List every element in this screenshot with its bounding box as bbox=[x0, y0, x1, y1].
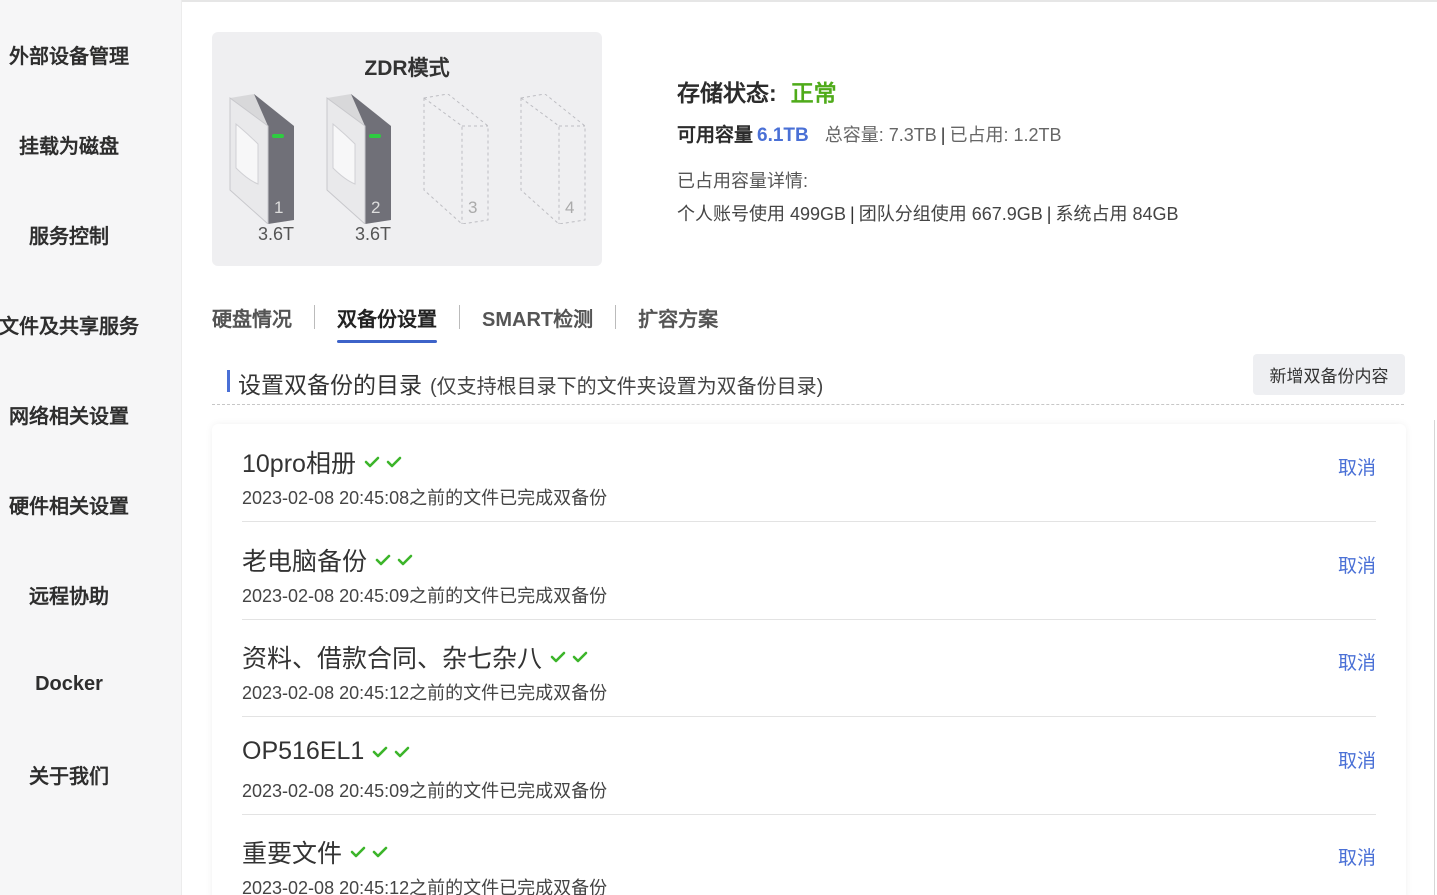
folder-name-text: OP516EL1 bbox=[242, 737, 365, 765]
top-divider bbox=[182, 0, 1437, 2]
check-icon bbox=[397, 554, 413, 566]
used-capacity: 已占用: 1.2TB bbox=[949, 125, 1062, 145]
total-capacity: 总容量: 7.3TB bbox=[824, 125, 937, 145]
list-item: 老电脑备份 2023-02-08 20:45:09之前的文件已完成双备份 取消 bbox=[242, 522, 1376, 620]
check-icon bbox=[373, 746, 388, 757]
backup-folder-name: 10pro相册 bbox=[242, 444, 402, 480]
backup-time: 2023-02-08 20:45:12之前的文件已完成双备份 bbox=[242, 683, 608, 703]
tab-expansion[interactable]: 扩容方案 bbox=[638, 303, 718, 332]
add-dual-backup-button[interactable]: 新增双备份内容 bbox=[1253, 354, 1405, 395]
check-icons bbox=[364, 455, 402, 469]
check-icon bbox=[350, 846, 366, 858]
check-icon bbox=[395, 746, 410, 757]
disk-slot-3[interactable]: 3 bbox=[422, 94, 492, 224]
cancel-link[interactable]: 取消 bbox=[1338, 551, 1376, 578]
empty-drive-slot-icon bbox=[423, 94, 489, 224]
cancel-link[interactable]: 取消 bbox=[1338, 648, 1376, 675]
disk-slot-1[interactable]: 1 bbox=[228, 94, 298, 224]
disk-slot-number: 4 bbox=[565, 198, 575, 217]
section-title: 设置双备份的目录 (仅支持根目录下的文件夹设置为双备份目录) bbox=[238, 366, 823, 400]
backup-folder-name: 老电脑备份 bbox=[242, 542, 413, 578]
folder-name-text: 10pro相册 bbox=[242, 450, 356, 478]
check-icon bbox=[375, 554, 391, 566]
disk-slot-number: 1 bbox=[274, 198, 284, 217]
sidebar-item-about[interactable]: 关于我们 bbox=[0, 754, 158, 794]
check-icon bbox=[550, 651, 566, 663]
list-item: OP516EL1 2023-02-08 20:45:09之前的文件已完成双备份 … bbox=[242, 717, 1376, 815]
section-accent-bar bbox=[227, 370, 230, 392]
disk-slot-4[interactable]: 4 bbox=[519, 94, 589, 224]
backup-time: 2023-02-08 20:45:08之前的文件已完成双备份 bbox=[242, 488, 608, 508]
sidebar-item-file-share[interactable]: 文件及共享服务 bbox=[0, 304, 158, 344]
list-item: 重要文件 2023-02-08 20:45:12之前的文件已完成双备份 取消 bbox=[242, 814, 1376, 895]
disk-size: 3.6T bbox=[258, 224, 295, 244]
hard-drive-icon bbox=[326, 94, 391, 224]
backup-folder-name: OP516EL1 bbox=[242, 737, 410, 766]
disk-slot-number: 3 bbox=[468, 198, 478, 217]
folder-name-text: 资料、借款合同、杂七杂八 bbox=[242, 645, 543, 673]
status-value: 正常 bbox=[790, 80, 837, 106]
disk-slot-2[interactable]: 2 bbox=[325, 94, 395, 224]
usage-team: 团队分组使用 667.9GB bbox=[858, 204, 1043, 224]
sidebar-item-docker[interactable]: Docker bbox=[0, 664, 158, 704]
separator: | bbox=[940, 125, 946, 145]
sidebar-item-remote-assist[interactable]: 远程协助 bbox=[0, 574, 158, 614]
available-value: 6.1TB bbox=[757, 125, 809, 146]
sidebar: 外部设备管理 挂载为磁盘 服务控制 文件及共享服务 网络相关设置 硬件相关设置 … bbox=[0, 0, 182, 895]
tab-dual-backup[interactable]: 双备份设置 bbox=[337, 303, 437, 343]
check-icon bbox=[372, 846, 388, 858]
scrollbar-track[interactable] bbox=[1434, 420, 1435, 895]
tab-divider bbox=[314, 305, 315, 329]
sidebar-item-external-devices[interactable]: 外部设备管理 bbox=[0, 34, 158, 74]
check-icons bbox=[350, 845, 388, 859]
tab-disk-status[interactable]: 硬盘情况 bbox=[212, 303, 292, 332]
check-icon bbox=[572, 651, 588, 663]
backup-folder-name: 重要文件 bbox=[242, 834, 388, 870]
list-item: 10pro相册 2023-02-08 20:45:08之前的文件已完成双备份 取… bbox=[242, 424, 1376, 522]
check-icon bbox=[364, 456, 380, 468]
backup-time: 2023-02-08 20:45:09之前的文件已完成双备份 bbox=[242, 586, 608, 606]
tab-divider bbox=[459, 305, 460, 329]
usage-detail-title: 已占用容量详情: bbox=[677, 171, 809, 191]
disk-slot-number: 2 bbox=[371, 198, 381, 217]
backup-time: 2023-02-08 20:45:12之前的文件已完成双备份 bbox=[242, 878, 608, 895]
sidebar-item-hardware[interactable]: 硬件相关设置 bbox=[0, 484, 158, 524]
check-icons bbox=[375, 553, 413, 567]
sidebar-item-service-control[interactable]: 服务控制 bbox=[0, 214, 158, 254]
disk-size: 3.6T bbox=[355, 224, 392, 244]
backup-list: 10pro相册 2023-02-08 20:45:08之前的文件已完成双备份 取… bbox=[212, 424, 1406, 895]
cancel-link[interactable]: 取消 bbox=[1338, 843, 1376, 870]
separator: | bbox=[1046, 204, 1052, 224]
empty-drive-slot-icon bbox=[520, 94, 586, 224]
disk-panel: ZDR模式 1 3.6T 2 3.6T 3 4 bbox=[212, 32, 602, 266]
usage-system: 系统占用 84GB bbox=[1055, 204, 1179, 224]
folder-name-text: 重要文件 bbox=[242, 840, 343, 868]
backup-time: 2023-02-08 20:45:09之前的文件已完成双备份 bbox=[242, 781, 608, 801]
check-icons bbox=[372, 745, 410, 759]
usage-detail: 个人账号使用 499GB | 团队分组使用 667.9GB | 系统占用 84GB bbox=[677, 200, 1179, 226]
tab-smart-check[interactable]: SMART检测 bbox=[482, 303, 593, 332]
available-label: 可用容量 bbox=[677, 125, 754, 146]
status-label: 存储状态: bbox=[677, 80, 777, 106]
usage-personal: 个人账号使用 499GB bbox=[677, 204, 847, 224]
section-title-text: 设置双备份的目录 bbox=[238, 372, 422, 398]
section-divider bbox=[212, 404, 1404, 405]
separator: | bbox=[850, 204, 855, 224]
backup-folder-name: 资料、借款合同、杂七杂八 bbox=[242, 639, 588, 675]
tab-bar: 硬盘情况 双备份设置 SMART检测 扩容方案 bbox=[212, 297, 718, 343]
capacity-line: 可用容量 6.1TB 总容量: 7.3TB | 已占用: 1.2TB bbox=[677, 120, 1062, 147]
folder-name-text: 老电脑备份 bbox=[242, 548, 368, 576]
sidebar-item-mount-disk[interactable]: 挂载为磁盘 bbox=[0, 124, 158, 164]
hard-drive-icon bbox=[229, 94, 294, 224]
section-hint: (仅支持根目录下的文件夹设置为双备份目录) bbox=[430, 376, 824, 398]
storage-status: 存储状态: 正常 bbox=[677, 74, 837, 108]
list-item: 资料、借款合同、杂七杂八 2023-02-08 20:45:12之前的文件已完成… bbox=[242, 619, 1376, 717]
tab-divider bbox=[615, 305, 617, 329]
check-icons bbox=[550, 650, 588, 664]
cancel-link[interactable]: 取消 bbox=[1338, 746, 1376, 773]
check-icon bbox=[386, 456, 402, 468]
sidebar-item-network[interactable]: 网络相关设置 bbox=[0, 394, 158, 434]
mode-title: ZDR模式 bbox=[364, 57, 450, 80]
cancel-link[interactable]: 取消 bbox=[1338, 453, 1376, 480]
